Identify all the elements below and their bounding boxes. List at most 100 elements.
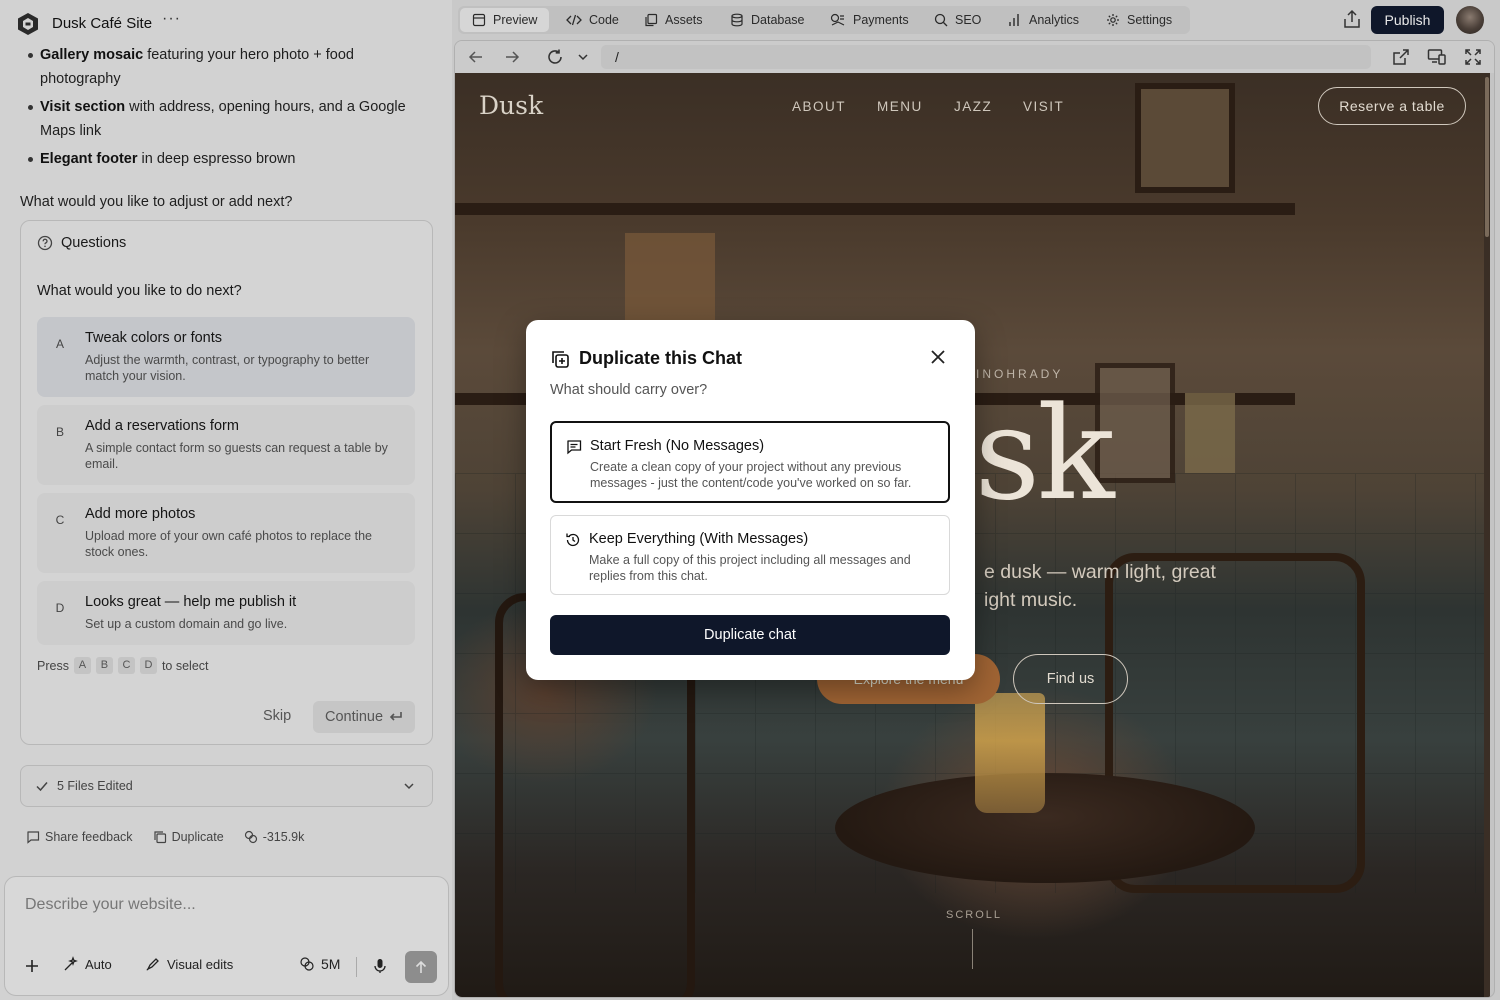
option-key: B — [55, 425, 64, 439]
tagline-line: e dusk — warm light, great — [984, 561, 1216, 583]
more-options-icon[interactable]: ··· — [162, 10, 181, 28]
option-title: Looks great — help me publish it — [85, 594, 297, 610]
continue-button[interactable]: Continue — [313, 701, 415, 733]
share-icon[interactable] — [1342, 9, 1362, 29]
tab-payments[interactable]: Payments — [818, 6, 921, 34]
kbd-key: C — [117, 657, 135, 674]
option-d[interactable]: D Looks great — help me publish it Set u… — [37, 581, 415, 645]
credits-indicator[interactable]: 5M — [299, 956, 340, 972]
browser-icon — [472, 13, 486, 27]
tab-label: Preview — [493, 13, 538, 27]
site-nav-about[interactable]: ABOUT — [792, 99, 846, 114]
feedback-icon — [27, 831, 40, 844]
duplicate-button[interactable]: Duplicate — [153, 830, 224, 844]
send-button[interactable] — [405, 951, 437, 983]
question-circle-icon — [37, 235, 53, 251]
reserve-table-button[interactable]: Reserve a table — [1318, 87, 1466, 125]
brush-icon — [146, 958, 159, 971]
skip-button[interactable]: Skip — [263, 708, 291, 724]
drink-glass — [975, 693, 1045, 813]
chat-panel: Dusk Café Site ··· Gallery mosaic featur… — [0, 0, 452, 1000]
chevron-down-icon[interactable] — [577, 52, 589, 62]
close-icon[interactable] — [929, 348, 947, 366]
fullscreen-icon[interactable] — [1464, 48, 1482, 66]
site-nav-visit[interactable]: VISIT — [1023, 99, 1064, 114]
forward-icon[interactable] — [503, 48, 521, 66]
site-brand[interactable]: Dusk — [479, 91, 543, 120]
chat-header: Dusk Café Site ··· — [0, 0, 452, 46]
scroll-line — [972, 929, 973, 969]
to-select-label: to select — [161, 658, 209, 673]
questions-card: Questions What would you like to do next… — [20, 220, 433, 745]
share-feedback-label: Share feedback — [45, 830, 133, 844]
divider — [356, 957, 357, 977]
option-start-fresh[interactable]: Start Fresh (No Messages) Create a clean… — [550, 421, 950, 503]
microphone-button[interactable] — [373, 958, 387, 974]
option-a[interactable]: A Tweak colors or fonts Adjust the warmt… — [37, 317, 415, 397]
questions-prompt: What would you like to do next? — [37, 283, 242, 299]
scroll-indicator: SCROLL — [946, 909, 1003, 921]
hero-tagline: e dusk — warm light, great ight music. — [984, 558, 1314, 614]
duplicate-chat-button[interactable]: Duplicate chat — [550, 615, 950, 655]
visual-edits-button[interactable]: Visual edits — [145, 956, 233, 972]
tab-code[interactable]: Code — [554, 6, 631, 34]
list-item: Visit section with address, opening hour… — [28, 95, 428, 143]
kbd-key: B — [95, 657, 113, 674]
option-description: Make a full copy of this project includi… — [589, 553, 911, 583]
duplicate-chat-dialog: Duplicate this Chat What should carry ov… — [526, 320, 975, 680]
bullet-text: in deep espresso brown — [137, 151, 296, 167]
tab-label: Analytics — [1029, 13, 1080, 27]
add-attachment-button[interactable] — [25, 959, 39, 973]
list-item: Gallery mosaic featuring your hero photo… — [28, 43, 428, 91]
assets-icon — [645, 13, 658, 27]
option-description: Adjust the warmth, contrast, or typograp… — [85, 353, 370, 383]
publish-button[interactable]: Publish — [1371, 6, 1444, 34]
option-title: Start Fresh (No Messages) — [590, 438, 765, 454]
scrollbar-thumb[interactable] — [1485, 77, 1489, 237]
copy-icon — [153, 831, 166, 844]
files-edited-toggle[interactable]: 5 Files Edited — [20, 765, 433, 807]
site-nav-jazz[interactable]: JAZZ — [954, 99, 992, 114]
project-title[interactable]: Dusk Café Site — [52, 15, 152, 32]
tab-database[interactable]: Database — [718, 6, 817, 34]
auto-mode-button[interactable]: Auto — [63, 956, 112, 972]
option-b[interactable]: B Add a reservations form A simple conta… — [37, 405, 415, 485]
tab-label: SEO — [955, 13, 982, 27]
option-description: Create a clean copy of your project with… — [590, 460, 912, 490]
tab-seo[interactable]: SEO — [922, 6, 993, 34]
tab-label: Settings — [1127, 13, 1173, 27]
cafe-table — [835, 773, 1255, 883]
site-nav-menu[interactable]: MENU — [877, 99, 923, 114]
app-logo-icon[interactable] — [16, 12, 40, 36]
url-toolbar: / — [455, 41, 1494, 73]
visual-edits-label: Visual edits — [167, 956, 234, 972]
token-usage-label: -315.9k — [262, 830, 305, 844]
continue-label: Continue — [324, 709, 384, 725]
tab-preview[interactable]: Preview — [460, 8, 550, 32]
tab-assets[interactable]: Assets — [632, 6, 715, 34]
tagline-line: ight music. — [984, 589, 1078, 611]
tab-analytics[interactable]: Analytics — [996, 6, 1091, 34]
arrow-up-icon — [415, 960, 427, 973]
back-icon[interactable] — [467, 48, 485, 66]
tab-settings[interactable]: Settings — [1094, 6, 1184, 34]
url-field[interactable]: / — [601, 45, 1371, 69]
hero-eyebrow: INOHRADY — [976, 367, 1064, 381]
option-description: Set up a custom domain and go live. — [85, 617, 288, 631]
find-us-button[interactable]: Find us — [1013, 654, 1128, 704]
share-feedback-button[interactable]: Share feedback — [26, 830, 133, 844]
option-title: Keep Everything (With Messages) — [589, 531, 809, 547]
option-title: Tweak colors or fonts — [85, 330, 222, 346]
check-icon — [36, 782, 48, 792]
prompt-input[interactable]: Describe your website... — [25, 896, 196, 914]
option-c[interactable]: C Add more photos Upload more of your ow… — [37, 493, 415, 573]
bullet-bold: Gallery mosaic — [40, 47, 144, 63]
avatar[interactable] — [1456, 6, 1484, 34]
open-external-icon[interactable] — [1392, 48, 1410, 66]
responsive-view-icon[interactable] — [1427, 48, 1447, 66]
option-key: A — [55, 337, 64, 351]
option-description: A simple contact form so guests can requ… — [85, 441, 388, 471]
scrollbar[interactable] — [1484, 73, 1490, 997]
reload-icon[interactable] — [546, 48, 564, 66]
option-keep-everything[interactable]: Keep Everything (With Messages) Make a f… — [550, 515, 950, 595]
